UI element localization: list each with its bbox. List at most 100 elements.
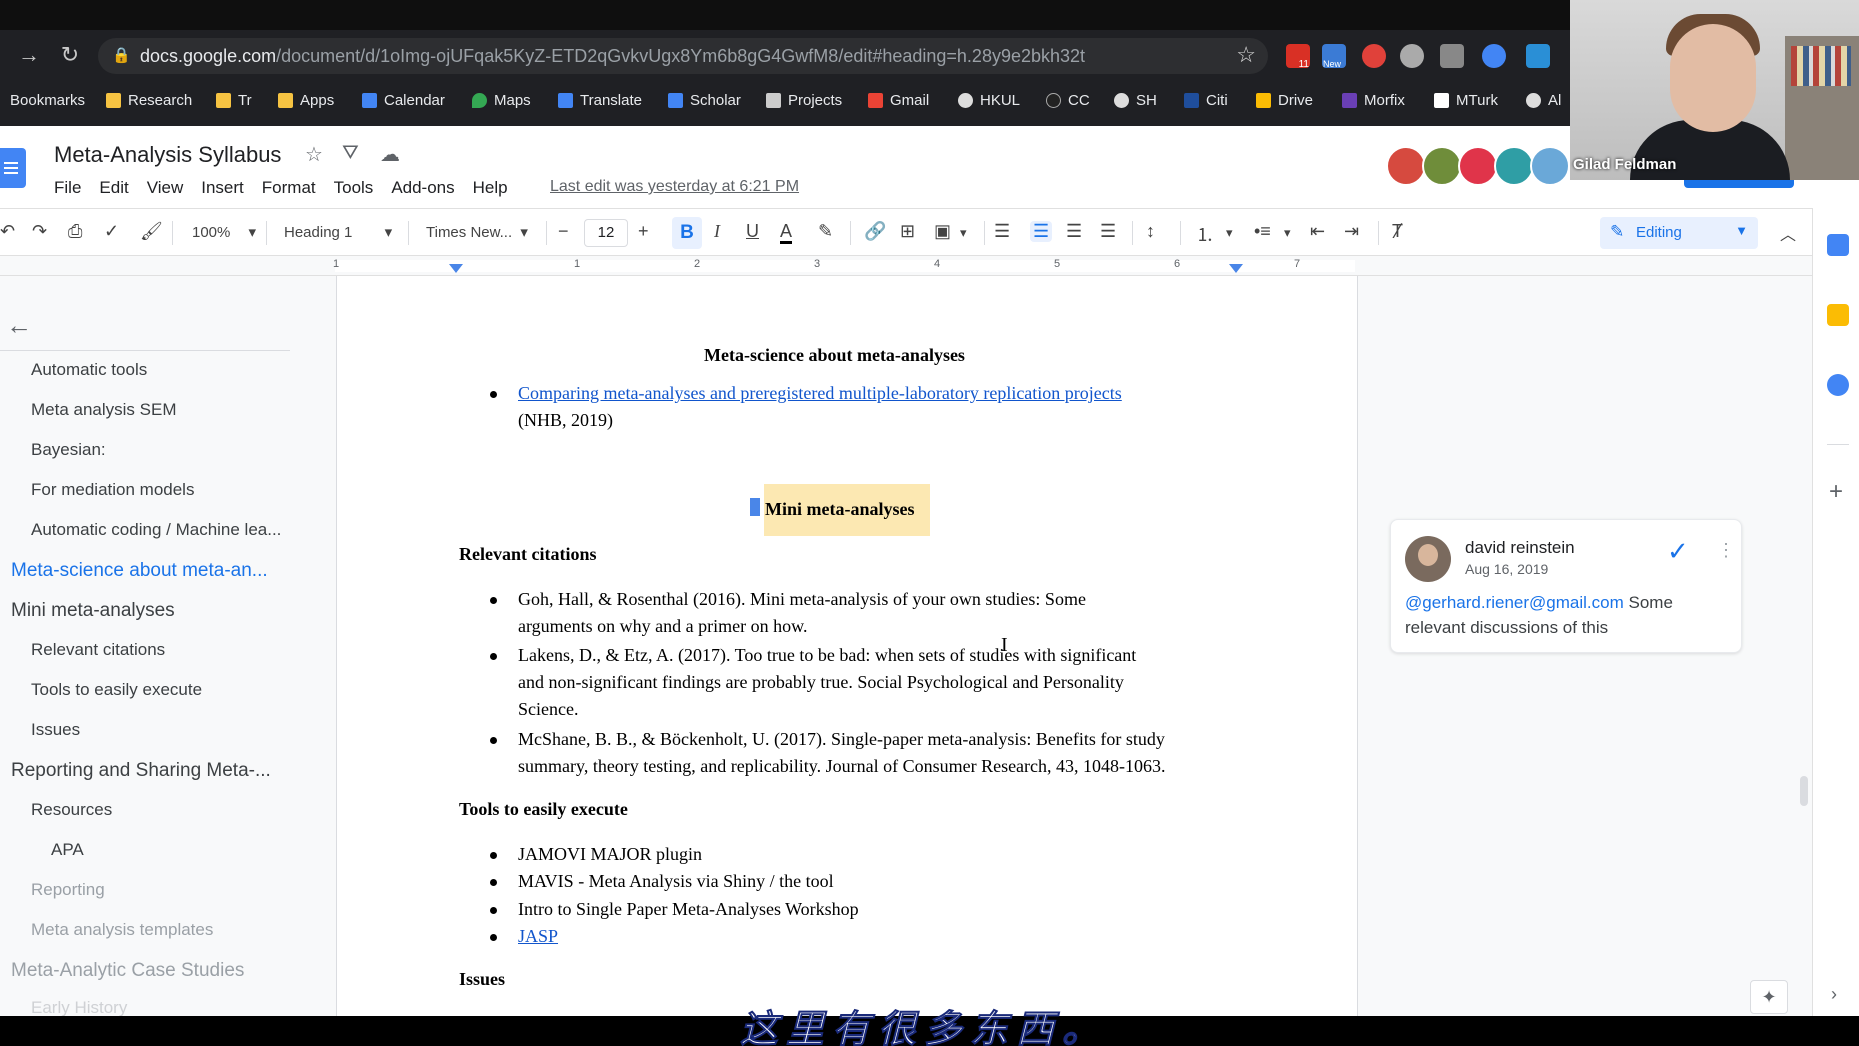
bookmark-hkul[interactable]: HKUL [958, 92, 1020, 109]
extension-icon-3[interactable] [1362, 44, 1386, 68]
increase-font-size-icon[interactable]: + [638, 221, 649, 242]
calendar-app-icon[interactable] [1827, 234, 1849, 256]
align-right-icon[interactable]: ☰ [1066, 221, 1082, 242]
meta-analyses-link[interactable]: Comparing meta-analyses and preregistere… [518, 380, 1122, 407]
ghost-extension-icon[interactable] [1400, 44, 1424, 68]
back-arrow-icon[interactable]: ← [6, 310, 32, 341]
right-indent-marker[interactable] [1229, 264, 1243, 273]
menu-insert[interactable]: Insert [201, 178, 254, 198]
comment-card[interactable]: david reinstein Aug 16, 2019 ✓ ⋮ @gerhar… [1390, 519, 1742, 653]
paragraph-style-select[interactable]: Heading 1 ▾ [284, 223, 392, 241]
collaborator-avatar[interactable] [1422, 146, 1462, 186]
outline-item[interactable]: Meta analysis templates [31, 920, 213, 940]
numbered-list-icon[interactable]: ⒈ [1196, 221, 1214, 247]
bookmark-calendar[interactable]: Calendar [362, 92, 445, 109]
outline-item[interactable]: Mini meta-analyses [11, 600, 175, 622]
insert-link-icon[interactable]: 🔗 [864, 221, 886, 242]
redo-icon[interactable]: ↷ [32, 221, 47, 242]
move-to-folder-icon[interactable]: ⛛ [342, 142, 359, 165]
outline-item[interactable]: Bayesian: [31, 440, 106, 460]
bookmark-cc[interactable]: CC [1046, 92, 1090, 109]
spellcheck-icon[interactable]: ✓ [104, 221, 119, 242]
chevron-right-icon[interactable]: › [1831, 984, 1837, 1005]
clear-formatting-icon[interactable]: Ⱦ [1392, 221, 1403, 242]
undo-icon[interactable]: ↶ [0, 221, 15, 242]
align-left-icon[interactable]: ☰ [994, 221, 1010, 242]
outline-item[interactable]: Automatic tools [31, 360, 147, 380]
collaborator-avatar[interactable] [1530, 146, 1570, 186]
outline-item[interactable]: Early History [31, 998, 127, 1018]
menu-view[interactable]: View [147, 178, 194, 198]
address-bar[interactable]: 🔒 docs.google.com/document/d/1oImg-ojUFq… [98, 38, 1268, 74]
outline-item[interactable]: Meta analysis SEM [31, 400, 177, 420]
tasks-app-icon[interactable] [1827, 374, 1849, 396]
outline-item[interactable]: Resources [31, 800, 112, 820]
menu-add-ons[interactable]: Add-ons [391, 178, 464, 198]
collaborator-avatar[interactable] [1386, 146, 1426, 186]
text-color-icon[interactable]: A [780, 221, 793, 244]
bulleted-list-icon[interactable]: •≡ [1254, 221, 1271, 242]
explore-button[interactable]: ✦ [1750, 980, 1788, 1014]
bookmark-tr[interactable]: Tr [216, 92, 252, 109]
outline-item[interactable]: Meta-Analytic Case Studies [11, 960, 244, 982]
bookmark-sh[interactable]: SH [1114, 92, 1157, 109]
bookmark-star-icon[interactable]: ☆ [1236, 42, 1256, 68]
bookmark-research[interactable]: Research [106, 92, 192, 109]
keep-app-icon[interactable] [1827, 304, 1849, 326]
decrease-font-size-icon[interactable]: − [558, 221, 569, 242]
last-edit-link[interactable]: Last edit was yesterday at 6:21 PM [550, 178, 799, 196]
bookmark-flag-icon[interactable] [750, 498, 760, 516]
bookmark-morfix[interactable]: Morfix [1342, 92, 1405, 109]
collaborator-avatar[interactable] [1458, 146, 1498, 186]
font-select[interactable]: Times New... ▾ [426, 223, 528, 241]
decrease-indent-icon[interactable]: ⇤ [1310, 221, 1325, 242]
underline-icon[interactable]: U [746, 221, 759, 242]
docs-logo-icon[interactable] [0, 148, 26, 188]
outline-item[interactable]: Tools to easily execute [31, 680, 202, 700]
comment-mention[interactable]: @gerhard.riener@gmail.com [1405, 593, 1624, 612]
translate-extension-icon[interactable] [1482, 44, 1506, 68]
extension-icon-7[interactable] [1526, 44, 1550, 68]
menu-tools[interactable]: Tools [334, 178, 384, 198]
add-comment-icon[interactable]: ⊞ [900, 221, 915, 242]
font-size-input[interactable]: 12 [584, 219, 628, 247]
outline-item[interactable]: For mediation models [31, 480, 194, 500]
print-icon[interactable]: ⎙ [68, 221, 82, 242]
outline-item-active[interactable]: Meta-science about meta-an... [11, 560, 268, 582]
align-center-icon[interactable]: ☰ [1030, 221, 1053, 242]
document-title[interactable]: Meta-Analysis Syllabus [54, 142, 281, 168]
calendar-extension-icon[interactable]: 11 [1286, 44, 1310, 70]
reload-icon[interactable]: ↻ [55, 40, 85, 70]
bookmark-maps[interactable]: Maps [472, 92, 531, 109]
outline-item[interactable]: Reporting [31, 880, 105, 900]
menu-edit[interactable]: Edit [99, 178, 138, 198]
more-options-icon[interactable]: ⋮ [1717, 540, 1735, 561]
resolve-check-icon[interactable]: ✓ [1667, 536, 1689, 567]
outline-item[interactable]: Relevant citations [31, 640, 165, 660]
menu-format[interactable]: Format [262, 178, 326, 198]
left-indent-marker[interactable] [449, 264, 463, 273]
editing-mode-select[interactable]: ✎ Editing ▼ [1600, 217, 1758, 249]
outline-item[interactable]: Reporting and Sharing Meta-... [11, 760, 271, 782]
bookmark-scholar[interactable]: Scholar [668, 92, 741, 109]
bookmark-bookmarks[interactable]: Bookmarks [10, 92, 85, 109]
bookmark-citi[interactable]: Citi [1184, 92, 1228, 109]
bookmark-mturk[interactable]: MTurk [1434, 92, 1498, 109]
star-icon[interactable]: ☆ [305, 142, 323, 167]
chevron-down-icon[interactable]: ▾ [1284, 225, 1291, 241]
menu-file[interactable]: File [54, 178, 91, 198]
scrollbar-thumb[interactable] [1800, 776, 1808, 806]
insert-image-icon[interactable]: ▣ [934, 221, 951, 242]
bookmark-projects[interactable]: Projects [766, 92, 842, 109]
bold-button[interactable]: B [672, 217, 702, 249]
menu-help[interactable]: Help [473, 178, 518, 198]
highlight-color-icon[interactable]: ✎ [818, 221, 833, 242]
jasp-link[interactable]: JASP [518, 923, 558, 950]
italic-icon[interactable]: I [714, 221, 720, 242]
chevron-down-icon[interactable]: ▾ [1226, 225, 1233, 241]
extension-icon-5[interactable] [1440, 44, 1464, 68]
chevron-down-icon[interactable]: ▾ [960, 225, 967, 241]
bookmark-translate[interactable]: Translate [558, 92, 642, 109]
outline-item[interactable]: Automatic coding / Machine lea... [31, 520, 281, 540]
outline-item[interactable]: Issues [31, 720, 80, 740]
